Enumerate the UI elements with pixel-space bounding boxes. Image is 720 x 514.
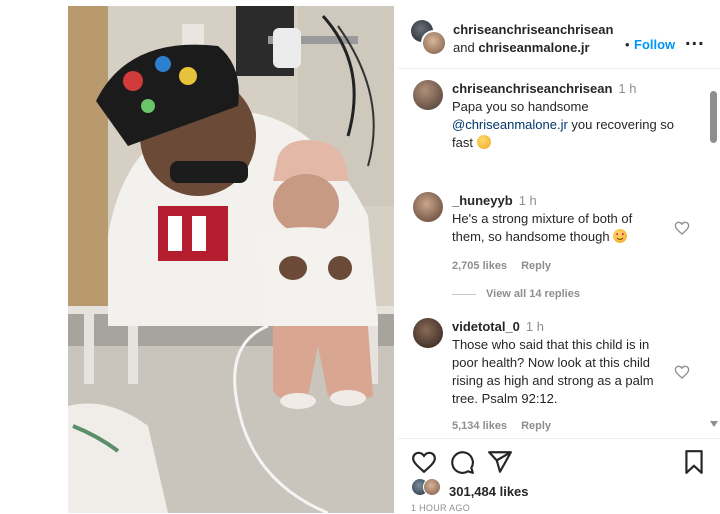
bookmark-icon[interactable] (681, 449, 707, 475)
comment-body: videtotal_0 1 h Those who said that this … (452, 318, 687, 408)
comment-time: 1 h (525, 319, 544, 334)
scrollbar-thumb[interactable] (710, 91, 717, 143)
caption-time: 1 h (618, 81, 637, 96)
comment-likes[interactable]: 5,134 likes (452, 420, 507, 432)
reply-button[interactable]: Reply (521, 260, 551, 272)
post-side-panel: chriseanchriseanchrisean and chriseanmal… (397, 6, 720, 513)
like-count[interactable]: 301,484 likes (449, 484, 529, 499)
comment-body: _huneyyb 1 h He's a strong mixture of bot… (452, 192, 687, 246)
share-icon[interactable] (487, 449, 513, 475)
scroll-down-icon[interactable] (710, 421, 718, 427)
comment-text-line: them, so handsome though (452, 229, 610, 244)
comment-like-heart-icon[interactable] (674, 364, 690, 380)
coauthor-avatar[interactable] (421, 30, 447, 56)
caption-mention[interactable]: @chriseanmalone.jr (452, 117, 568, 132)
follow-button[interactable]: Follow (634, 37, 675, 52)
separator-dot: • (625, 37, 630, 52)
caption-username[interactable]: chriseanchriseanchrisean (452, 81, 612, 96)
more-options-icon[interactable]: ... (685, 28, 705, 51)
coauthor-line: and chriseanmalone.jr (453, 40, 590, 55)
post-photo-illustration (68, 6, 394, 513)
comment-likes[interactable]: 2,705 likes (452, 260, 507, 272)
comment-meta: 2,705 likes Reply (452, 260, 565, 272)
heart-eyes-icon (613, 229, 628, 243)
comment-like-heart-icon[interactable] (674, 220, 690, 236)
caption-text-2: you recovering so (567, 117, 675, 132)
post-photo[interactable] (68, 6, 394, 513)
comment-icon[interactable] (449, 449, 475, 475)
comment-text-line: poor health? Now look at this child (452, 355, 651, 370)
caption-text-1: Papa you so handsome (452, 99, 589, 114)
worried-face-icon (476, 135, 491, 149)
comment-text-line: tree. Psalm 92:12. (452, 391, 558, 406)
comment-text-line: Those who said that this child is in (452, 337, 650, 352)
replies-divider (452, 293, 476, 295)
comment-avatar[interactable] (413, 192, 443, 222)
comment-meta: 5,134 likes Reply (452, 420, 565, 432)
comment-username[interactable]: videtotal_0 (452, 319, 520, 334)
comment-avatar[interactable] (413, 318, 443, 348)
caption-body: chriseanchriseanchrisean 1 h Papa you so … (452, 80, 687, 152)
view-replies-label[interactable]: View all 14 replies (486, 288, 580, 300)
caption-text-3: fast (452, 135, 473, 150)
liker-avatar (423, 478, 441, 496)
caption-avatar[interactable] (413, 80, 443, 110)
posted-time[interactable]: 1 HOUR AGO (411, 503, 470, 513)
author-username[interactable]: chriseanchriseanchrisean (453, 22, 613, 37)
reply-button[interactable]: Reply (521, 420, 551, 432)
post-header: chriseanchriseanchrisean and chriseanmal… (397, 6, 720, 69)
comments-scrollbar[interactable] (710, 91, 718, 431)
coauthor-username[interactable]: chriseanmalone.jr (478, 40, 589, 55)
heart-icon[interactable] (411, 449, 437, 475)
view-replies-button[interactable]: View all 14 replies (452, 288, 580, 300)
comment-text-line: rising as high and strong as a palm (452, 373, 654, 388)
and-word: and (453, 40, 475, 55)
comment-time: 1 h (518, 193, 537, 208)
comment-text-line: He's a strong mixture of both of (452, 211, 633, 226)
comment-username[interactable]: _huneyyb (452, 193, 513, 208)
